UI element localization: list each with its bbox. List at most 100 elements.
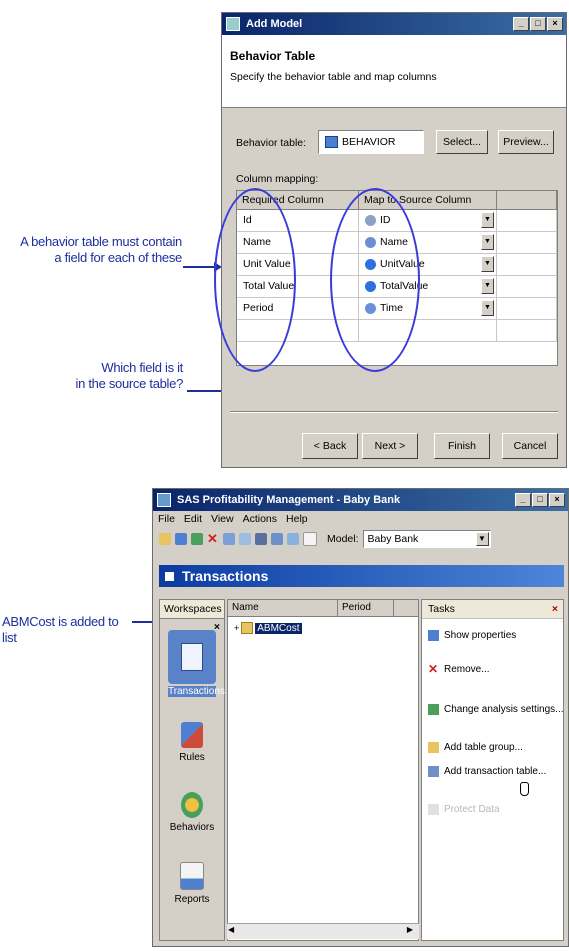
behavior-callout-line1: A behavior table must contain: [20, 234, 182, 249]
dialog-title: Add Model: [246, 18, 303, 30]
list-header: Name Period: [228, 600, 418, 617]
task-label: Change analysis settings...: [444, 704, 564, 715]
source-callout-line1: Which field is it: [101, 360, 183, 375]
chevron-down-icon[interactable]: ▼: [481, 256, 494, 272]
transactions-list: Name Period + ABMCost: [227, 599, 419, 941]
task-label: Remove...: [444, 664, 490, 675]
empty-cell: [497, 320, 557, 341]
table-icon: [325, 136, 338, 148]
app-title: SAS Profitability Management - Baby Bank: [177, 494, 401, 506]
new-icon[interactable]: [159, 533, 171, 545]
page-icon[interactable]: [303, 532, 317, 546]
horizontal-scrollbar[interactable]: ◀ ▶: [227, 923, 419, 939]
behavior-table-value: BEHAVIOR: [342, 136, 396, 148]
dialog-titlebar: Add Model _ □ ×: [222, 13, 566, 35]
workspace-behaviors[interactable]: Behaviors: [160, 792, 224, 833]
grid-icon[interactable]: [287, 533, 299, 545]
empty-cell: [497, 254, 557, 275]
select-button[interactable]: Select...: [436, 130, 488, 154]
add-table-icon: [428, 766, 439, 777]
sas-app-window: SAS Profitability Management - Baby Bank…: [152, 488, 569, 947]
pin-icon[interactable]: [255, 533, 267, 545]
behavior-table-label: Behavior table:: [236, 137, 307, 149]
behavior-table-field[interactable]: BEHAVIOR: [318, 130, 424, 154]
back-button[interactable]: < Back: [302, 433, 358, 459]
task-label: Add table group...: [444, 742, 523, 753]
workspace-rules[interactable]: Rules: [160, 722, 224, 763]
settings-icon: [428, 704, 439, 715]
chevron-down-icon[interactable]: ▼: [481, 300, 494, 316]
cancel-button[interactable]: Cancel: [502, 433, 558, 459]
table-icon[interactable]: [271, 533, 283, 545]
model-label: Model:: [327, 533, 359, 545]
source-callout-line2: in the source table?: [75, 376, 184, 391]
app-titlebar: SAS Profitability Management - Baby Bank…: [153, 489, 568, 511]
required-columns-ellipse: [214, 188, 296, 372]
workspace-behaviors-label: Behaviors: [169, 822, 215, 833]
menu-edit[interactable]: Edit: [184, 511, 202, 527]
task-change-analysis[interactable]: Change analysis settings...: [428, 704, 564, 715]
scroll-right-icon[interactable]: ▶: [407, 925, 413, 934]
open-icon[interactable]: [175, 533, 187, 545]
close-button[interactable]: ×: [549, 493, 565, 507]
chevron-down-icon[interactable]: ▼: [481, 212, 494, 228]
workspace-reports[interactable]: Reports: [160, 862, 224, 905]
task-add-transaction-table[interactable]: Add transaction table...: [428, 766, 546, 777]
menu-actions[interactable]: Actions: [243, 511, 277, 527]
menu-file[interactable]: File: [158, 511, 175, 527]
task-show-properties[interactable]: Show properties: [428, 630, 516, 641]
workspaces-header: Workspaces ×: [160, 600, 224, 633]
app-icon: [226, 17, 240, 31]
col-period-header[interactable]: Period: [338, 600, 394, 616]
reports-icon: [180, 862, 204, 890]
col-name-header[interactable]: Name: [228, 600, 338, 616]
expand-icon[interactable]: +: [234, 623, 239, 633]
task-remove[interactable]: ✕ Remove...: [428, 662, 490, 676]
behavior-callout-line2: a field for each of these: [54, 250, 182, 265]
scroll-left-icon[interactable]: ◀: [228, 925, 234, 934]
delete-icon[interactable]: ✕: [207, 532, 219, 545]
workspace-transactions-label: Transactions: [168, 686, 225, 697]
minimize-button[interactable]: _: [515, 493, 531, 507]
mouse-cursor-icon: [520, 782, 529, 796]
remove-icon: ✕: [428, 662, 439, 676]
close-icon[interactable]: ×: [552, 600, 558, 618]
properties-icon[interactable]: [223, 533, 235, 545]
chevron-down-icon[interactable]: ▼: [481, 234, 494, 250]
column-mapping-label: Column mapping:: [236, 173, 319, 185]
finish-button[interactable]: Finish: [434, 433, 490, 459]
toolbar: ✕ Model: Baby Bank ▼: [153, 527, 568, 551]
table-icon: [241, 622, 254, 634]
menu-view[interactable]: View: [211, 511, 234, 527]
workspace-transactions[interactable]: Transactions: [160, 630, 225, 697]
col-empty-header: [497, 191, 557, 209]
close-button[interactable]: ×: [547, 17, 563, 31]
copy-icon[interactable]: [239, 533, 251, 545]
next-button[interactable]: Next >: [362, 433, 418, 459]
chevron-down-icon[interactable]: ▼: [475, 532, 489, 546]
maximize-button[interactable]: □: [530, 17, 546, 31]
workspace-rules-label: Rules: [179, 752, 205, 763]
section-title: Transactions: [182, 568, 269, 584]
chevron-down-icon[interactable]: ▼: [481, 278, 494, 294]
maximize-button[interactable]: □: [532, 493, 548, 507]
task-add-table-group[interactable]: Add table group...: [428, 742, 523, 753]
sas-app-icon: [157, 493, 171, 507]
task-label: Show properties: [444, 630, 517, 641]
task-protect-data[interactable]: Protect Data: [428, 804, 500, 815]
tasks-label: Tasks: [428, 603, 455, 615]
list-item[interactable]: + ABMCost: [234, 622, 302, 634]
preview-button[interactable]: Preview...: [498, 130, 554, 154]
page-subheading: Specify the behavior table and map colum…: [230, 71, 437, 83]
protect-icon: [428, 804, 439, 815]
rules-icon: [181, 722, 203, 748]
empty-cell: [497, 276, 557, 297]
minimize-button[interactable]: _: [513, 17, 529, 31]
menu-help[interactable]: Help: [286, 511, 308, 527]
refresh-icon[interactable]: [191, 533, 203, 545]
abm-callout-text: ABMCost is added to list: [2, 614, 119, 645]
model-select[interactable]: Baby Bank ▼: [362, 530, 491, 548]
button-separator: [230, 411, 558, 413]
page-heading: Behavior Table: [230, 49, 316, 63]
section-header: Transactions: [159, 565, 564, 587]
